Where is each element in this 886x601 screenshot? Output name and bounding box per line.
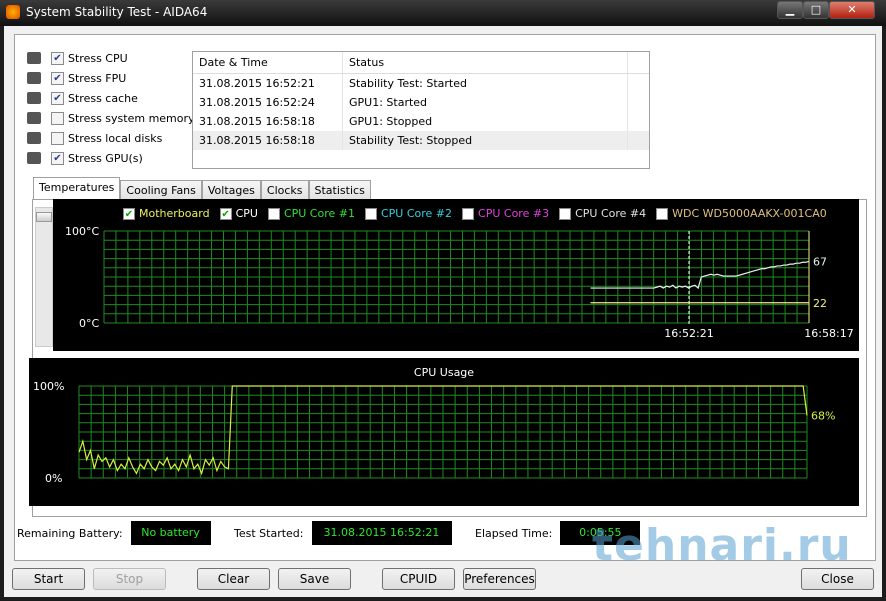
main-panel: ✔ Stress CPU ✔ Stress FPU ✔ Stress cache Stres… <box>14 34 876 561</box>
battery-label: Remaining Battery: <box>17 526 123 540</box>
column-header-status[interactable]: Status <box>343 52 628 73</box>
device-icon <box>27 112 41 124</box>
event-log-table: Date & Time Status 31.08.2015 16:52:21 St… <box>192 51 650 169</box>
battery-status: Remaining Battery: No battery <box>17 521 211 545</box>
tab-clocks[interactable]: Clocks <box>260 180 309 200</box>
device-icon <box>27 132 41 144</box>
y-tick-label: 0% <box>45 472 62 485</box>
table-row[interactable]: 31.08.2015 16:58:18 Stability Test: Stopp… <box>193 131 649 150</box>
elapsed-label: Elapsed Time: <box>475 526 553 540</box>
series-cpu-line <box>590 260 810 290</box>
option-label: Stress cache <box>68 91 138 105</box>
cell-status: Stability Test: Stopped <box>343 131 628 150</box>
tab-statistics[interactable]: Statistics <box>308 180 371 200</box>
cell-datetime: 31.08.2015 16:52:21 <box>193 74 343 93</box>
save-button[interactable]: Save <box>278 568 351 590</box>
y-tick-label: 100°C <box>65 225 99 238</box>
maximize-button[interactable]: □ <box>803 1 829 19</box>
test-started-status: Test Started: 31.08.2015 16:52:21 <box>234 521 452 545</box>
stop-button[interactable]: Stop <box>93 568 166 590</box>
y-tick-label: 100% <box>33 380 64 393</box>
clear-button[interactable]: Clear <box>197 568 270 590</box>
series-value-label: 68% <box>811 409 835 422</box>
chart-scroll-slider[interactable] <box>35 207 53 347</box>
checkbox[interactable]: ✔ <box>51 151 64 165</box>
cell-status: Stability Test: Started <box>343 74 628 93</box>
x-tick-label: 16:52:21 <box>664 327 713 340</box>
device-icon <box>27 92 41 104</box>
cell-datetime: 31.08.2015 16:58:18 <box>193 131 343 150</box>
x-tick-label: 16:58:17 <box>804 327 853 340</box>
option-label: Stress local disks <box>68 131 163 145</box>
stress-option[interactable]: Stress system memory <box>27 108 195 128</box>
device-icon <box>27 152 41 164</box>
series-value-label: 67 <box>813 255 827 268</box>
window-body: ✔ Stress CPU ✔ Stress FPU ✔ Stress cache Stres… <box>4 26 882 597</box>
title-bar: System Stability Test - AIDA64 ▁ □ ✕ <box>0 0 886 26</box>
checkbox[interactable]: ✔ <box>51 71 64 85</box>
series-value-label: 22 <box>813 297 827 310</box>
cpuid-button[interactable]: CPUID <box>382 568 455 590</box>
tab-cooling-fans[interactable]: Cooling Fans <box>120 180 202 200</box>
table-header: Date & Time Status <box>193 52 649 74</box>
stress-option[interactable]: ✔ Stress FPU <box>27 68 126 88</box>
preferences-button[interactable]: Preferences <box>463 568 536 590</box>
tab-temperatures[interactable]: Temperatures <box>33 177 121 200</box>
test-started-label: Test Started: <box>234 526 304 540</box>
chart-title: CPU Usage <box>414 366 474 379</box>
stress-option[interactable]: Stress local disks <box>27 128 162 148</box>
watermark: tehnari.ru <box>592 520 852 571</box>
checkbox[interactable] <box>51 111 64 125</box>
device-icon <box>27 52 41 64</box>
stress-option[interactable]: ✔ Stress CPU <box>27 48 128 68</box>
checkbox[interactable]: ✔ <box>51 91 64 105</box>
window-title: System Stability Test - AIDA64 <box>26 5 208 19</box>
table-row[interactable]: 31.08.2015 16:52:21 Stability Test: Start… <box>193 74 649 93</box>
stress-option[interactable]: ✔ Stress GPU(s) <box>27 148 143 168</box>
minimize-button[interactable]: ▁ <box>777 1 803 19</box>
checkbox[interactable] <box>51 131 64 145</box>
battery-value: No battery <box>130 521 211 545</box>
stress-option[interactable]: ✔ Stress cache <box>27 88 138 108</box>
cell-status: GPU1: Stopped <box>343 112 628 131</box>
start-button[interactable]: Start <box>12 568 85 590</box>
test-started-value: 31.08.2015 16:52:21 <box>311 521 452 545</box>
tab-voltages[interactable]: Voltages <box>201 180 261 200</box>
table-row[interactable]: 31.08.2015 16:58:18 GPU1: Stopped <box>193 112 649 131</box>
table-row[interactable]: 31.08.2015 16:52:24 GPU1: Started <box>193 93 649 112</box>
option-label: Stress GPU(s) <box>68 151 143 165</box>
checkbox[interactable]: ✔ <box>51 51 64 65</box>
app-icon <box>6 5 20 19</box>
column-header-datetime[interactable]: Date & Time <box>193 52 343 73</box>
option-label: Stress FPU <box>68 71 127 85</box>
cell-datetime: 31.08.2015 16:58:18 <box>193 112 343 131</box>
device-icon <box>27 72 41 84</box>
option-label: Stress system memory <box>68 111 195 125</box>
cell-datetime: 31.08.2015 16:52:24 <box>193 93 343 112</box>
cpu-usage-chart: CPU Usage 100% 0% 68% <box>29 358 859 506</box>
option-label: Stress CPU <box>68 51 128 65</box>
slider-thumb[interactable] <box>36 212 52 222</box>
y-tick-label: 0°C <box>79 317 99 330</box>
cell-status: GPU1: Started <box>343 93 628 112</box>
close-window-button[interactable]: ✕ <box>829 1 875 19</box>
temperature-chart: ✔ Motherboard ✔ CPU CPU Core #1 CPU Core #2 CP… <box>53 199 859 351</box>
close-button[interactable]: Close <box>801 568 874 590</box>
